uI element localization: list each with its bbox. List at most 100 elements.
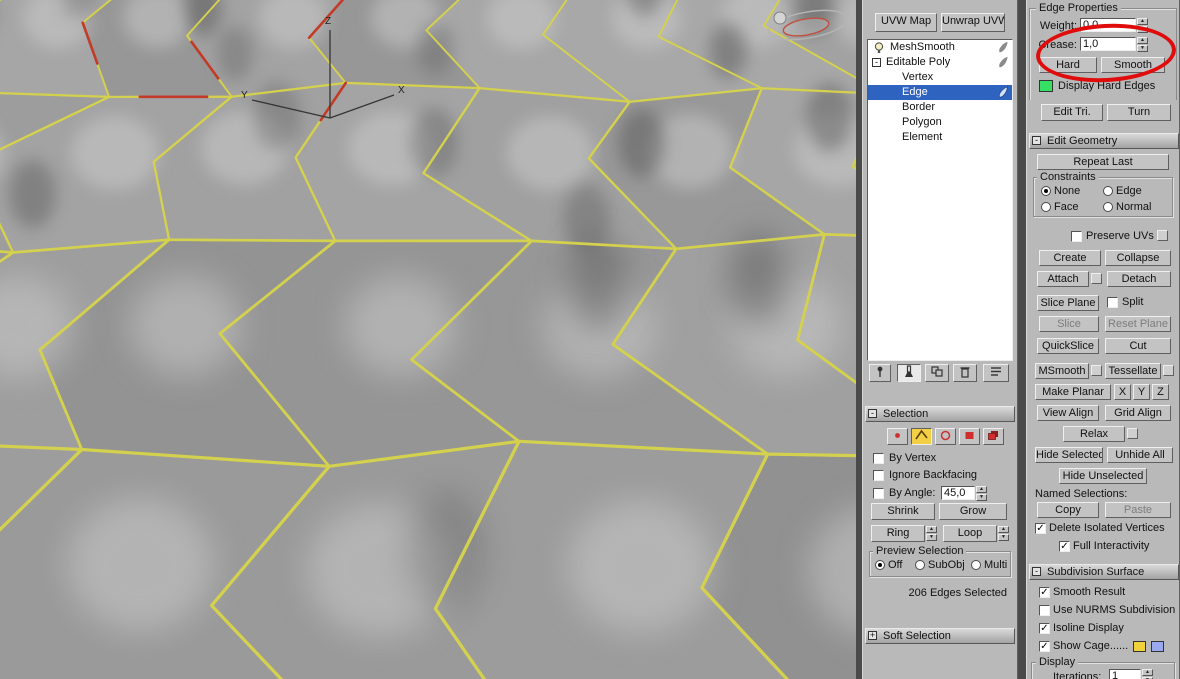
collapse-icon[interactable]: -	[1032, 567, 1041, 576]
hide-unselected-button[interactable]: Hide Unselected	[1059, 468, 1147, 484]
stack-item-meshsmooth[interactable]: MeshSmooth	[868, 40, 1012, 55]
make-planar-x-button[interactable]: X	[1114, 384, 1131, 400]
loop-spinner[interactable]: ▲ ▼	[998, 526, 1009, 541]
weight-spinner[interactable]: ▲ ▼	[1137, 18, 1148, 33]
spinner-down[interactable]: ▼	[926, 534, 937, 541]
slice-button[interactable]: Slice	[1039, 316, 1099, 332]
grow-button[interactable]: Grow	[939, 503, 1007, 520]
edit-tri-button[interactable]: Edit Tri.	[1041, 104, 1103, 121]
collapse-icon[interactable]: -	[1032, 136, 1041, 145]
remove-modifier-button[interactable]	[953, 364, 977, 382]
repeat-last-button[interactable]: Repeat Last	[1037, 154, 1169, 170]
uvw-map-button[interactable]: UVW Map	[875, 13, 937, 32]
spinner-up[interactable]: ▲	[1137, 37, 1148, 44]
grid-align-button[interactable]: Grid Align	[1105, 405, 1171, 421]
spinner-up[interactable]: ▲	[926, 526, 937, 533]
tessellate-settings-button[interactable]	[1163, 365, 1174, 376]
preview-multi-radio[interactable]	[971, 560, 981, 570]
preserve-uvs-settings-button[interactable]	[1157, 230, 1168, 241]
reset-plane-button[interactable]: Reset Plane	[1105, 316, 1171, 332]
constraint-none-radio[interactable]	[1041, 186, 1051, 196]
relax-button[interactable]: Relax	[1063, 426, 1125, 442]
make-planar-button[interactable]: Make Planar	[1035, 384, 1111, 400]
modifier-stack-list[interactable]: MeshSmooth - Editable Poly Vertex Edge B…	[867, 39, 1013, 361]
paste-button[interactable]: Paste	[1105, 502, 1171, 518]
spinner-down[interactable]: ▼	[1137, 26, 1148, 33]
slice-plane-button[interactable]: Slice Plane	[1037, 295, 1099, 311]
stack-item-element[interactable]: Element	[868, 130, 1012, 145]
show-cage-checkbox[interactable]: ✓	[1039, 641, 1050, 652]
selection-rollout-header[interactable]: - Selection	[865, 406, 1015, 422]
msmooth-button[interactable]: MSmooth	[1035, 363, 1089, 379]
make-planar-y-button[interactable]: Y	[1133, 384, 1150, 400]
spinner-up[interactable]: ▲	[1142, 669, 1153, 676]
ring-spinner[interactable]: ▲ ▼	[926, 526, 937, 541]
spinner-up[interactable]: ▲	[1137, 18, 1148, 25]
soft-selection-rollout-header[interactable]: + Soft Selection	[865, 628, 1015, 644]
loop-button[interactable]: Loop	[943, 525, 997, 542]
turn-button[interactable]: Turn	[1107, 104, 1171, 121]
subobject-element-button[interactable]	[983, 428, 1004, 445]
full-interactivity-checkbox[interactable]: ✓	[1059, 541, 1070, 552]
constraint-edge-radio[interactable]	[1103, 186, 1113, 196]
collapse-button[interactable]: Collapse	[1105, 250, 1171, 266]
stack-item-vertex[interactable]: Vertex	[868, 70, 1012, 85]
relax-settings-button[interactable]	[1127, 428, 1138, 439]
crease-spinner[interactable]: ▲ ▼	[1137, 37, 1148, 52]
subobject-vertex-button[interactable]	[887, 428, 908, 445]
attach-button[interactable]: Attach	[1037, 271, 1089, 287]
configure-modifier-sets-button[interactable]	[983, 364, 1009, 382]
hide-selected-button[interactable]: Hide Selected	[1035, 447, 1103, 463]
pin-stack-button[interactable]	[869, 364, 891, 382]
preserve-uvs-checkbox[interactable]	[1071, 231, 1082, 242]
subobject-edge-button[interactable]	[911, 428, 932, 445]
create-button[interactable]: Create	[1039, 250, 1101, 266]
hard-edge-color-swatch[interactable]	[1039, 80, 1053, 92]
ring-button[interactable]: Ring	[871, 525, 925, 542]
detach-button[interactable]: Detach	[1107, 271, 1171, 287]
constraint-face-radio[interactable]	[1041, 202, 1051, 212]
bulb-icon[interactable]	[872, 41, 886, 55]
cage-color-swatch-1[interactable]	[1133, 641, 1146, 652]
tessellate-button[interactable]: Tessellate	[1105, 363, 1161, 379]
preview-subobj-radio[interactable]	[915, 560, 925, 570]
subobject-border-button[interactable]	[935, 428, 956, 445]
show-end-result-button[interactable]	[897, 364, 921, 382]
cut-button[interactable]: Cut	[1105, 338, 1171, 354]
stack-item-editable-poly[interactable]: - Editable Poly	[868, 55, 1012, 70]
by-angle-spinner[interactable]: ▲ ▼	[976, 486, 987, 501]
spinner-down[interactable]: ▼	[998, 534, 1009, 541]
crease-field[interactable]: 1,0	[1080, 37, 1136, 51]
tree-collapse-box[interactable]: -	[872, 58, 881, 67]
make-unique-button[interactable]	[925, 364, 949, 382]
view-align-button[interactable]: View Align	[1037, 405, 1099, 421]
weight-field[interactable]: 0,0	[1080, 18, 1136, 32]
msmooth-settings-button[interactable]	[1091, 365, 1102, 376]
spinner-up[interactable]: ▲	[976, 486, 987, 493]
hard-button[interactable]: Hard	[1039, 57, 1097, 73]
ignore-backfacing-checkbox[interactable]	[873, 470, 884, 481]
collapse-icon[interactable]: -	[868, 409, 877, 418]
iterations-field[interactable]: 1	[1109, 669, 1141, 679]
stack-item-polygon[interactable]: Polygon	[868, 115, 1012, 130]
isoline-display-checkbox[interactable]: ✓	[1039, 623, 1050, 634]
preview-off-radio[interactable]	[875, 560, 885, 570]
subdivision-surface-rollout-header[interactable]: - Subdivision Surface	[1029, 564, 1179, 580]
quickslice-button[interactable]: QuickSlice	[1037, 338, 1099, 354]
iterations-spinner[interactable]: ▲ ▼	[1142, 669, 1153, 679]
smooth-result-checkbox[interactable]: ✓	[1039, 587, 1050, 598]
edit-geometry-rollout-header[interactable]: - Edit Geometry	[1029, 133, 1179, 149]
unwrap-uvw-button[interactable]: Unwrap UVW	[941, 13, 1005, 32]
by-angle-checkbox[interactable]	[873, 488, 884, 499]
stack-item-border[interactable]: Border	[868, 100, 1012, 115]
cage-color-swatch-2[interactable]	[1151, 641, 1164, 652]
by-vertex-checkbox[interactable]	[873, 453, 884, 464]
constraint-normal-radio[interactable]	[1103, 202, 1113, 212]
spinner-down[interactable]: ▼	[976, 494, 987, 501]
viewport-canvas[interactable]: Z Y X	[0, 0, 856, 679]
spinner-down[interactable]: ▼	[1137, 45, 1148, 52]
use-nurms-checkbox[interactable]	[1039, 605, 1050, 616]
by-angle-field[interactable]: 45,0	[941, 486, 975, 500]
stack-item-edge[interactable]: Edge	[868, 85, 1012, 100]
unhide-all-button[interactable]: Unhide All	[1107, 447, 1173, 463]
